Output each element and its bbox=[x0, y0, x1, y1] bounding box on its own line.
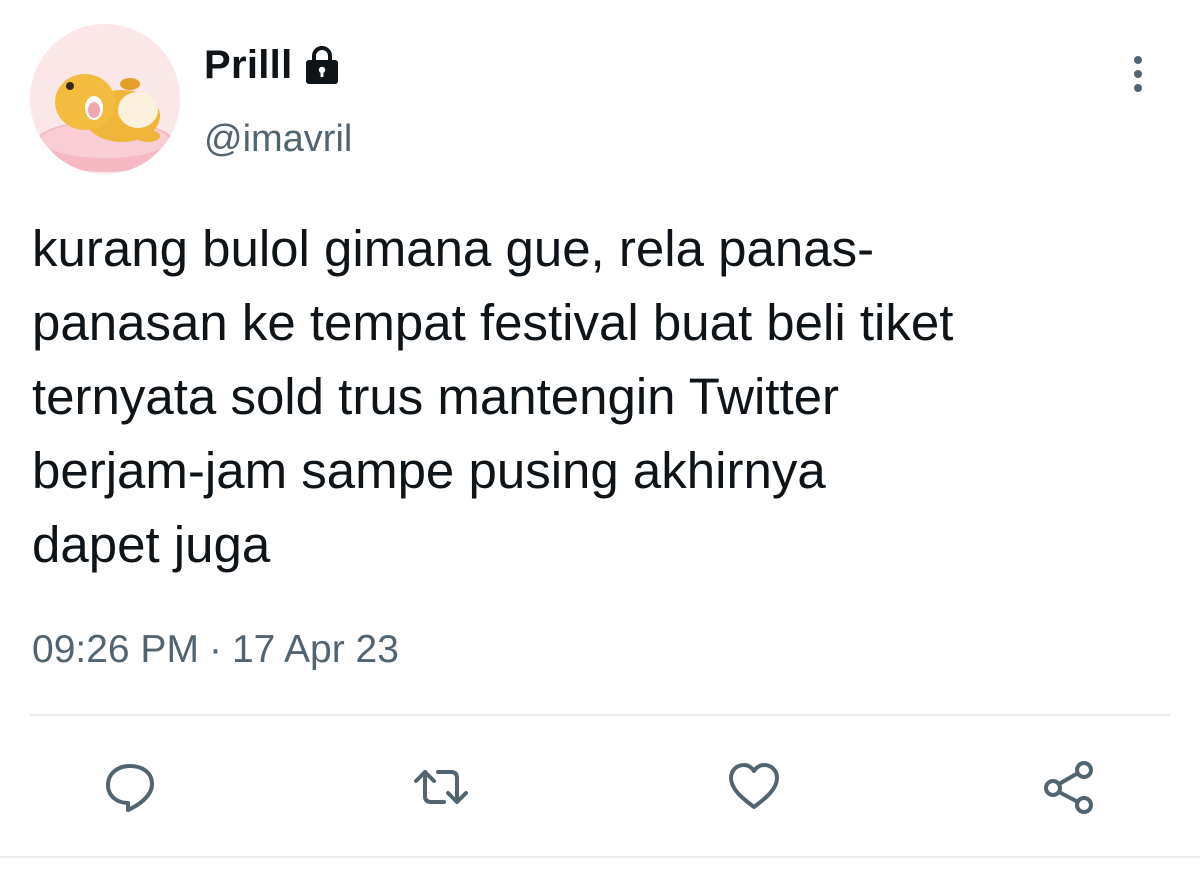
tweet-text-line: kurang bulol gimana gue, rela panas- bbox=[32, 220, 875, 277]
lock-icon bbox=[301, 43, 343, 87]
reply-button[interactable] bbox=[95, 752, 165, 822]
bottom-divider bbox=[0, 856, 1200, 858]
tweet-card: Prilll @imavril kurang bulol gimana gue,… bbox=[0, 0, 1200, 874]
like-button[interactable] bbox=[719, 752, 789, 822]
share-icon bbox=[1044, 761, 1093, 814]
user-handle[interactable]: @imavril bbox=[204, 118, 352, 161]
reply-icon bbox=[106, 764, 154, 812]
tweet-date: 17 Apr 23 bbox=[231, 628, 399, 671]
retweet-button[interactable] bbox=[406, 752, 476, 822]
more-vertical-icon bbox=[1134, 56, 1142, 92]
share-button[interactable] bbox=[1034, 752, 1104, 822]
tweet-text: kurang bulol gimana gue, rela panas- pan… bbox=[32, 212, 1192, 582]
divider bbox=[30, 714, 1170, 716]
retweet-icon bbox=[414, 770, 468, 804]
tweet-text-line: panasan ke tempat festival buat beli tik… bbox=[32, 294, 954, 351]
heart-icon bbox=[729, 763, 779, 809]
avatar-image bbox=[30, 24, 180, 174]
timestamp-separator: · bbox=[208, 628, 222, 671]
action-bar bbox=[0, 752, 1200, 822]
tweet-time: 09:26 PM bbox=[32, 628, 199, 671]
tweet-text-line: berjam-jam sampe pusing akhirnya bbox=[32, 442, 826, 499]
tweet-timestamp[interactable]: 09:26 PM · 17 Apr 23 bbox=[32, 628, 399, 672]
tweet-text-line: dapet juga bbox=[32, 516, 271, 573]
avatar[interactable] bbox=[30, 24, 180, 174]
tweet-text-line: ternyata sold trus mantengin Twitter bbox=[32, 368, 839, 425]
display-name[interactable]: Prilll bbox=[204, 43, 293, 88]
display-name-row: Prilll bbox=[204, 40, 343, 90]
more-options-button[interactable] bbox=[1118, 52, 1158, 96]
